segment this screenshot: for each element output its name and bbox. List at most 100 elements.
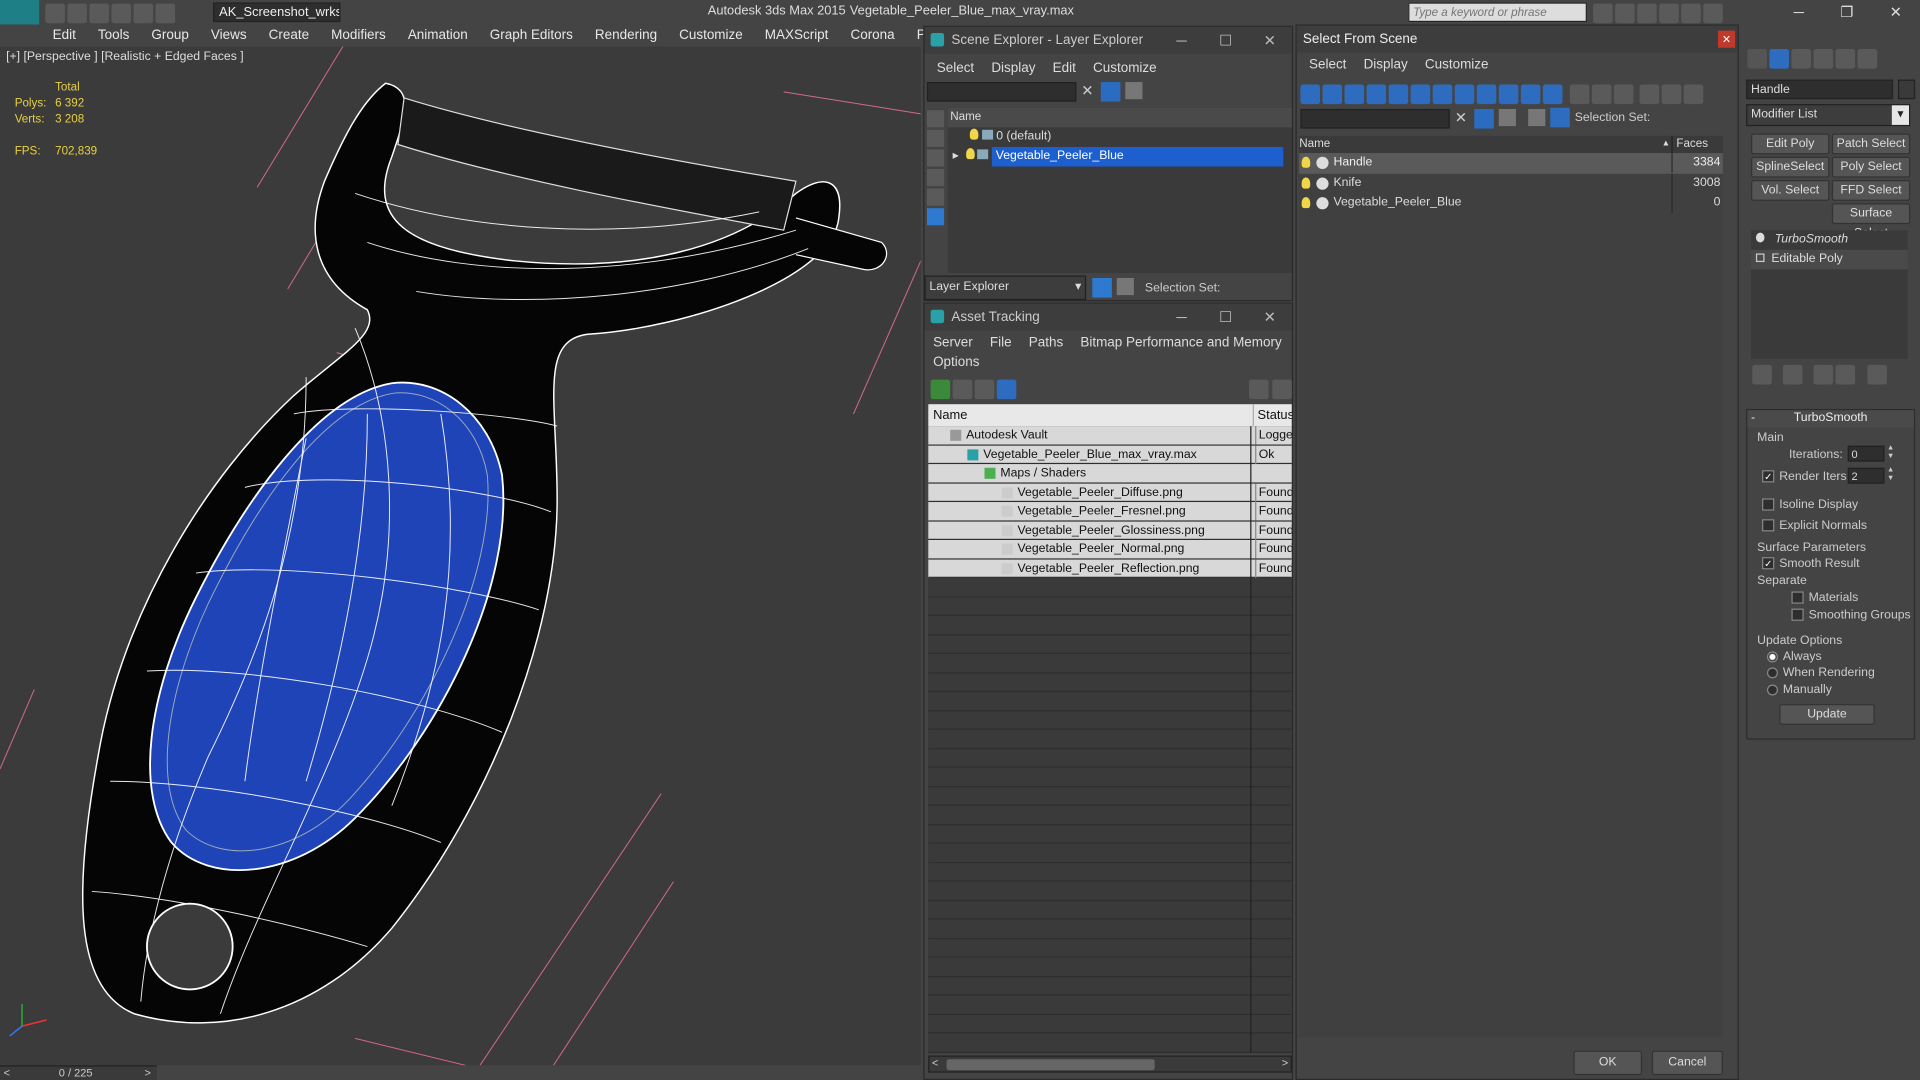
- se-menu-edit[interactable]: Edit: [1044, 56, 1084, 80]
- expand-arrow-icon[interactable]: ▸: [953, 149, 959, 162]
- pin-stack-icon[interactable]: [1752, 364, 1772, 385]
- object-row[interactable]: Handle 3384: [1299, 153, 1723, 174]
- create-tab-icon[interactable]: [1747, 48, 1767, 69]
- display-shapes-icon[interactable]: [1322, 84, 1343, 105]
- menu-edit[interactable]: Edit: [42, 24, 87, 46]
- menu-views[interactable]: Views: [200, 24, 258, 46]
- cancel-button[interactable]: Cancel: [1651, 1050, 1723, 1076]
- close-icon[interactable]: ✕: [1248, 304, 1292, 331]
- horizontal-scrollbar[interactable]: < >: [928, 1055, 1292, 1073]
- restore-icon[interactable]: ❐: [1840, 0, 1853, 24]
- comm-center-icon[interactable]: [1637, 3, 1657, 24]
- sfs-menu-display[interactable]: Display: [1355, 53, 1416, 77]
- asset-row[interactable]: Vegetable_Peeler_Reflection.png Found: [928, 558, 1292, 578]
- menu-tools[interactable]: Tools: [87, 24, 140, 46]
- binoculars-icon[interactable]: [1593, 3, 1613, 24]
- sfs-menu-customize[interactable]: Customize: [1416, 53, 1497, 77]
- scroll-right-icon[interactable]: >: [1282, 1057, 1288, 1069]
- light-bulb-icon[interactable]: [1755, 232, 1765, 243]
- filter-icon[interactable]: [1100, 82, 1121, 102]
- layers-options-icon[interactable]: [1125, 82, 1143, 100]
- se-menu-customize[interactable]: Customize: [1084, 56, 1165, 80]
- update-always-radio[interactable]: Always: [1766, 650, 1822, 664]
- at-menu-bitmap[interactable]: Bitmap Performance and Memory: [1072, 331, 1291, 355]
- asset-row[interactable]: Maps / Shaders: [928, 464, 1292, 484]
- remove-modifier-icon[interactable]: [1836, 364, 1856, 385]
- modify-tab-icon[interactable]: [1769, 48, 1789, 69]
- layer-row-default[interactable]: 0 (default): [948, 127, 1292, 147]
- display-shapes-icon[interactable]: [926, 149, 945, 167]
- filter-icon[interactable]: [1639, 84, 1660, 105]
- update-button[interactable]: Update: [1779, 704, 1875, 725]
- maximize-icon[interactable]: ☐: [1204, 27, 1248, 54]
- poly-select-button[interactable]: Poly Select: [1831, 156, 1911, 178]
- time-next-icon[interactable]: >: [144, 1067, 150, 1079]
- object-name-field[interactable]: [1746, 79, 1894, 100]
- utilities-tab-icon[interactable]: [1857, 48, 1878, 69]
- display-cameras-icon[interactable]: [926, 188, 945, 206]
- close-icon[interactable]: ✕: [1717, 30, 1736, 48]
- subscription-icon[interactable]: [1615, 3, 1635, 24]
- display-groups-icon[interactable]: [1432, 84, 1453, 105]
- light-bulb-icon[interactable]: [969, 128, 979, 140]
- spinner-arrows-icon[interactable]: ▲ ▼: [1887, 444, 1894, 461]
- col-status-header[interactable]: Status: [1252, 404, 1292, 427]
- object-row[interactable]: Knife 3008: [1299, 173, 1723, 194]
- display-frozen-icon[interactable]: [1520, 84, 1541, 105]
- object-color-swatch[interactable]: [1897, 79, 1916, 100]
- menu-rendering[interactable]: Rendering: [584, 24, 668, 46]
- light-bulb-icon[interactable]: [1301, 197, 1311, 209]
- menu-modifiers[interactable]: Modifiers: [320, 24, 397, 46]
- display-lights-icon[interactable]: [926, 168, 945, 187]
- list-view-icon[interactable]: [952, 379, 973, 400]
- spline-select-button[interactable]: SplineSelect: [1751, 156, 1830, 178]
- menu-graph-editors[interactable]: Graph Editors: [479, 24, 584, 46]
- edit-poly-button[interactable]: Edit Poly: [1751, 133, 1830, 155]
- light-bulb-icon[interactable]: [1301, 156, 1311, 168]
- refresh-icon[interactable]: [930, 379, 951, 400]
- open-icon[interactable]: [67, 3, 87, 24]
- asset-row[interactable]: Vegetable_Peeler_Diffuse.png Found: [928, 483, 1292, 503]
- se-menu-select[interactable]: Select: [928, 56, 983, 80]
- isoline-display-checkbox[interactable]: Isoline Display: [1762, 498, 1858, 512]
- save-icon[interactable]: [89, 3, 109, 24]
- display-geometry-icon[interactable]: [1300, 84, 1321, 105]
- sfs-titlebar[interactable]: Select From Scene ✕: [1296, 25, 1738, 53]
- undo-icon[interactable]: [111, 3, 132, 24]
- time-slider[interactable]: < 0 / 225 >: [0, 1065, 157, 1080]
- help-icon[interactable]: [1248, 379, 1269, 400]
- display-invert-icon[interactable]: [1613, 84, 1634, 105]
- time-prev-icon[interactable]: <: [4, 1067, 10, 1079]
- materials-checkbox[interactable]: Materials: [1791, 591, 1858, 605]
- minimize-icon[interactable]: ─: [1160, 27, 1204, 54]
- asset-row[interactable]: Vegetable_Peeler_Normal.png Found: [928, 540, 1292, 559]
- close-icon[interactable]: ✕: [1248, 27, 1292, 54]
- light-bulb-icon[interactable]: [965, 148, 975, 160]
- render-iters-spinner[interactable]: [1847, 467, 1885, 484]
- smooth-result-checkbox[interactable]: ✓ Smooth Result: [1762, 557, 1860, 571]
- display-tab-icon[interactable]: [1835, 48, 1856, 69]
- display-all-icon[interactable]: [1569, 84, 1589, 105]
- stack-item-turbosmooth[interactable]: TurboSmooth: [1751, 230, 1908, 250]
- minimize-icon[interactable]: ─: [1160, 304, 1204, 331]
- at-menu-paths[interactable]: Paths: [1020, 331, 1072, 355]
- asset-row[interactable]: Vegetable_Peeler_Blue_max_vray.max Ok: [928, 445, 1292, 465]
- hierarchy-tab-icon[interactable]: [1791, 48, 1812, 69]
- stack-item-editable-poly[interactable]: Editable Poly: [1751, 249, 1908, 270]
- sfs-menu-select[interactable]: Select: [1300, 53, 1355, 77]
- find-case-icon[interactable]: [1498, 108, 1516, 127]
- viewport-label[interactable]: [+] [Perspective ] [Realistic + Edged Fa…: [6, 50, 244, 63]
- display-hidden-icon[interactable]: [1542, 84, 1563, 105]
- table-view-icon[interactable]: [996, 379, 1017, 400]
- display-geometry-icon[interactable]: [926, 129, 945, 147]
- expand-icon[interactable]: [1755, 253, 1765, 263]
- motion-tab-icon[interactable]: [1813, 48, 1834, 69]
- menu-corona[interactable]: Corona: [839, 24, 905, 46]
- update-manually-radio[interactable]: Manually: [1766, 683, 1832, 697]
- menu-group[interactable]: Group: [140, 24, 199, 46]
- project-folder-icon[interactable]: [155, 3, 176, 24]
- surface-select-button[interactable]: Surface Select: [1831, 203, 1911, 240]
- display-bones-icon[interactable]: [1476, 84, 1497, 105]
- favorites-icon[interactable]: [1659, 3, 1679, 24]
- peeler-wireframe-model[interactable]: [0, 46, 921, 1066]
